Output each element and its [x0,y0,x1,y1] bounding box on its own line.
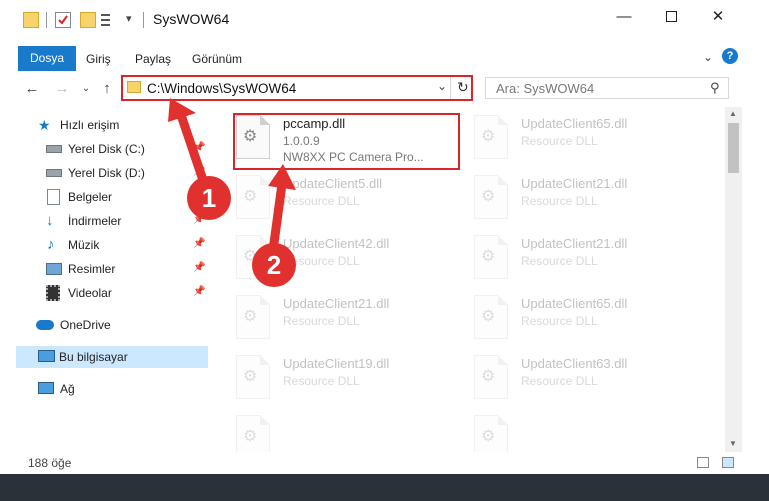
arrow-to-address-bar [175,107,210,191]
arrowhead-2 [268,164,296,190]
step-1-callout: 1 [187,176,231,220]
taskbar-strip [0,474,769,501]
annotation-arrows [168,98,296,263]
step-2-callout: 2 [252,243,296,287]
